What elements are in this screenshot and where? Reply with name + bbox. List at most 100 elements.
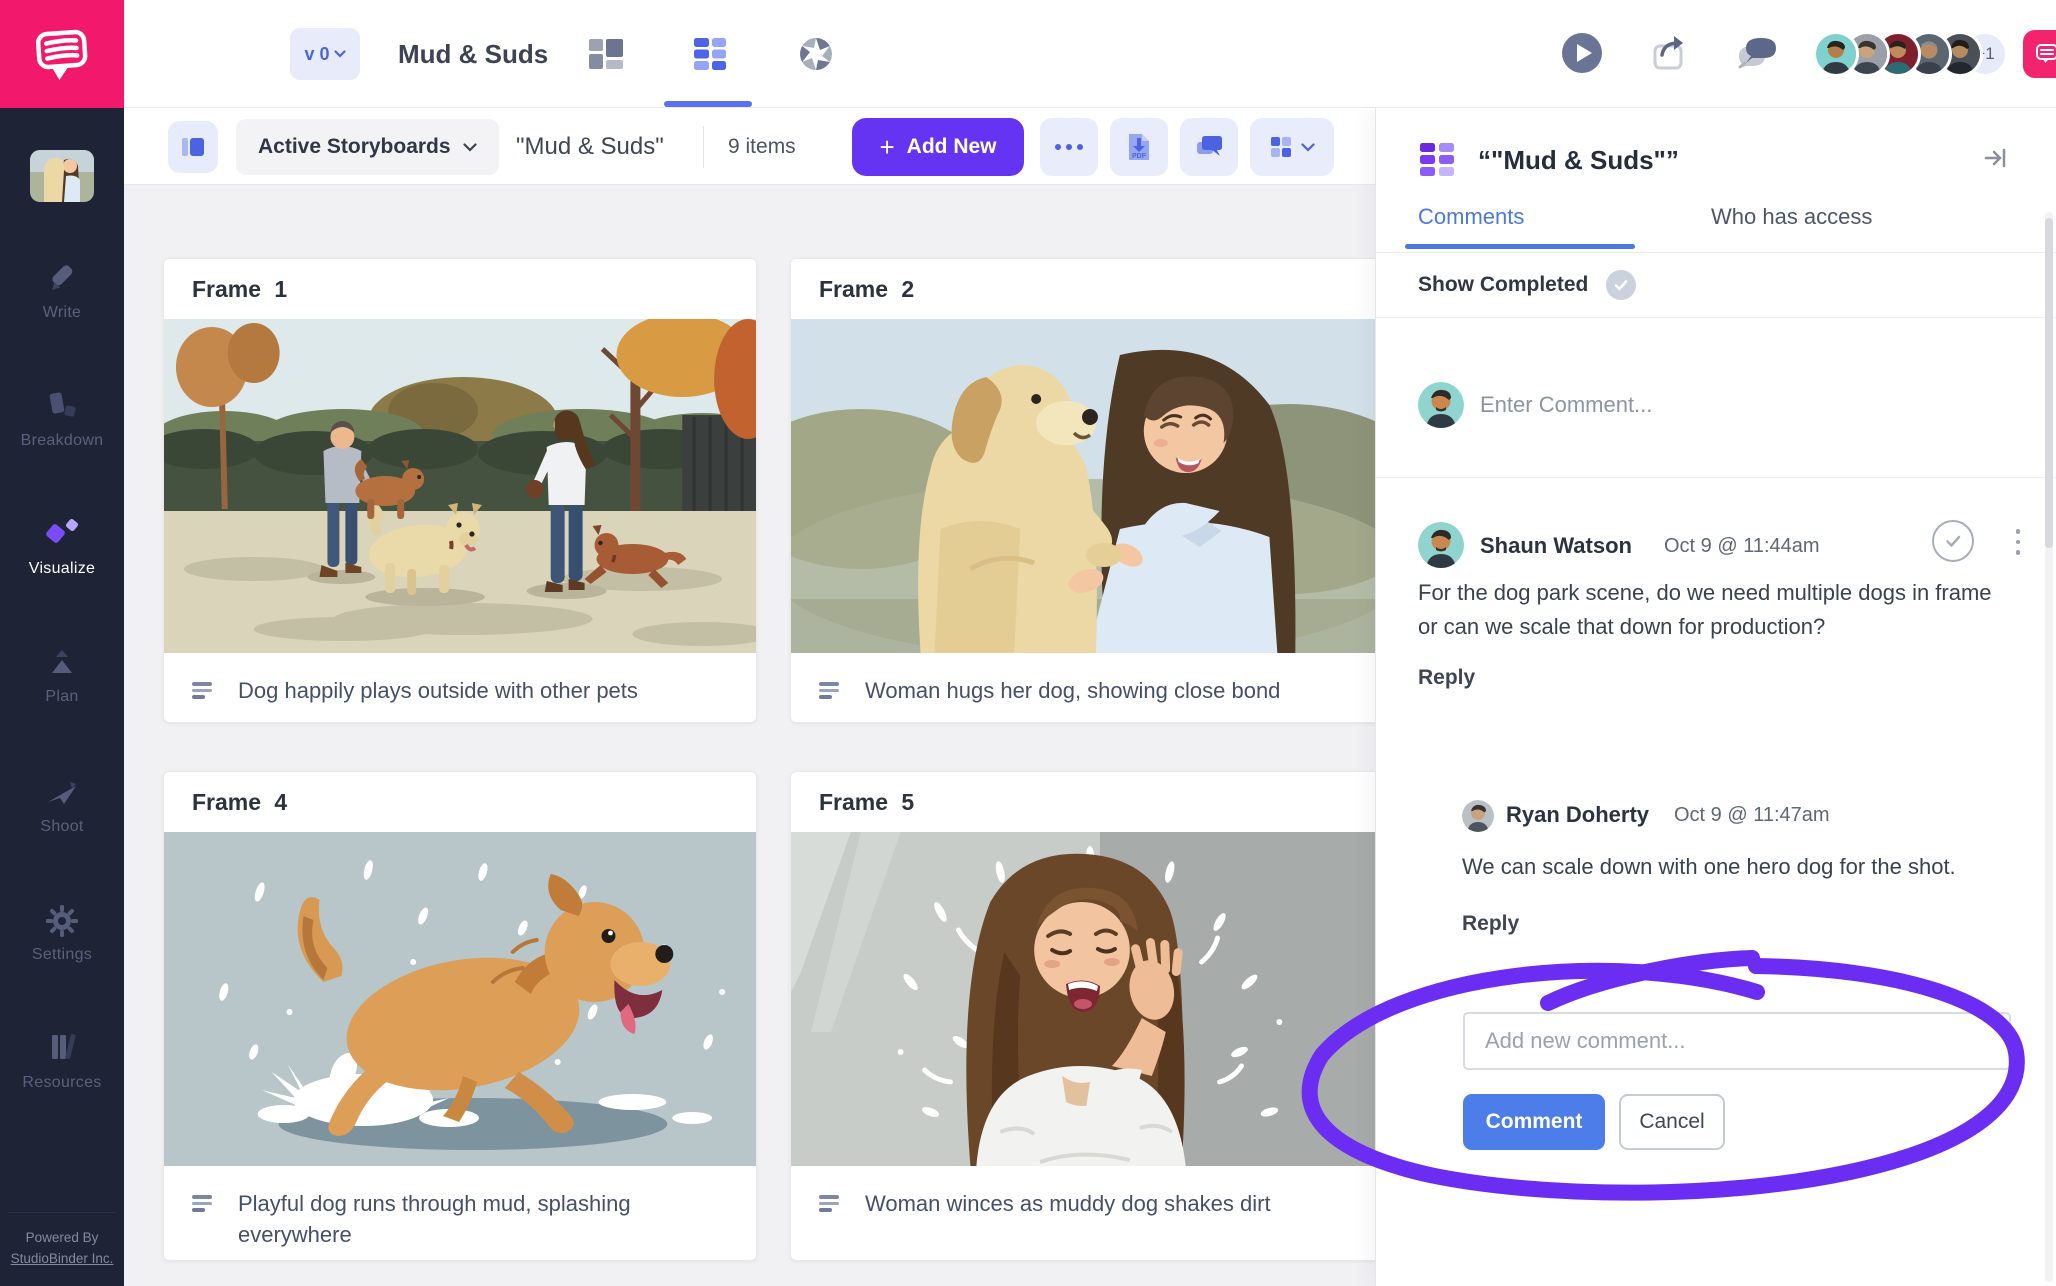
comments-bubble-icon[interactable] xyxy=(1734,31,1778,75)
caption-lines-icon xyxy=(192,1195,212,1212)
svg-text:PDF: PDF xyxy=(1132,153,1147,160)
show-completed-label: Show Completed xyxy=(1418,273,1588,297)
sidebar-item-plan[interactable]: Plan xyxy=(0,648,124,706)
mosaic-view-icon[interactable] xyxy=(586,34,626,74)
frame-5-illustration-woman-winces xyxy=(791,832,1383,1166)
chevron-down-icon xyxy=(1301,143,1315,152)
app-sidebar: Write Breakdown Visualize Plan xyxy=(0,0,124,1286)
caption-lines-icon xyxy=(819,1195,839,1212)
active-tab-underline xyxy=(1405,244,1635,249)
caption-lines-icon xyxy=(819,682,839,699)
tab-comments[interactable]: Comments xyxy=(1418,204,1524,230)
sidebar-item-resources[interactable]: Resources xyxy=(0,1030,124,1092)
reply-link[interactable]: Reply xyxy=(1462,912,1519,936)
frame-caption: Woman winces as muddy dog shakes dirt xyxy=(865,1188,1271,1219)
divider xyxy=(703,126,704,168)
frame-2-illustration-woman-hugs-dog xyxy=(791,319,1383,653)
sidebar-item-breakdown[interactable]: Breakdown xyxy=(0,388,124,450)
sidebar-item-settings[interactable]: Settings xyxy=(0,904,124,964)
frame-card-4[interactable]: Frame 4 xyxy=(163,771,757,1261)
studiobinder-chat-icon[interactable] xyxy=(2023,30,2056,78)
project-thumbnail[interactable] xyxy=(30,150,94,202)
comments-panel: “"Mud & Suds"” Comments Who has access S… xyxy=(1375,108,2056,1286)
frame-card-5[interactable]: Frame 5 xyxy=(790,771,1384,1261)
divider xyxy=(8,1212,116,1213)
show-completed-row: Show Completed xyxy=(1376,253,2056,318)
sidebar-item-label: Write xyxy=(0,304,124,322)
resolve-comment-button[interactable] xyxy=(1932,520,1974,562)
comment-menu-icon[interactable] xyxy=(2008,522,2028,562)
layout-options-button[interactable] xyxy=(1250,118,1334,176)
frame-1-illustration-dog-park xyxy=(164,319,756,653)
storyboard-filter-dropdown[interactable]: Active Storyboards xyxy=(236,119,499,175)
frame-caption: Woman hugs her dog, showing close bond xyxy=(865,675,1280,706)
studiobinder-app: Frame 1 xyxy=(0,0,2056,1286)
speech-bubble-logo-icon xyxy=(31,25,93,83)
storyboard-grid-icon xyxy=(1418,140,1458,180)
plus-icon: + xyxy=(879,134,894,160)
caption-lines-icon xyxy=(192,682,212,699)
export-pdf-button[interactable]: PDF xyxy=(1110,118,1168,176)
top-bar: v 0 Mud & Suds xyxy=(124,0,2056,108)
enter-comment-placeholder[interactable]: Enter Comment... xyxy=(1480,392,1652,418)
board-title: "Mud & Suds" xyxy=(516,108,664,185)
panel-tabs: Comments Who has access xyxy=(1376,204,2056,253)
version-dropdown[interactable]: v 0 xyxy=(290,28,360,80)
ellipsis-icon xyxy=(1055,144,1083,150)
comment-timestamp: Oct 9 @ 11:44am xyxy=(1664,535,1820,558)
comment-author[interactable]: Ryan Doherty xyxy=(1506,802,1649,828)
powered-by[interactable]: Powered By StudioBinder Inc. xyxy=(0,1228,124,1270)
sidebar-item-label: Plan xyxy=(0,688,124,706)
gear-icon xyxy=(45,904,79,938)
frame-title: Frame 4 xyxy=(164,772,756,832)
comment-body: For the dog park scene, do we need multi… xyxy=(1418,576,2003,644)
plan-icon xyxy=(44,648,80,680)
frame-title: Frame 5 xyxy=(791,772,1383,832)
more-options-button[interactable] xyxy=(1040,118,1098,176)
powered-by-line2: StudioBinder Inc. xyxy=(0,1249,124,1270)
comment-author[interactable]: Shaun Watson xyxy=(1480,533,1632,559)
sidebar-item-label: Shoot xyxy=(0,818,124,836)
frame-card-1[interactable]: Frame 1 xyxy=(163,258,757,723)
frame-title: Frame 1 xyxy=(164,259,756,319)
sidebar-item-label: Settings xyxy=(0,946,124,964)
tab-who-has-access[interactable]: Who has access xyxy=(1711,204,1872,230)
reply-link[interactable]: Reply xyxy=(1418,666,1475,690)
aperture-view-icon[interactable] xyxy=(796,34,836,74)
avatar xyxy=(1462,800,1494,832)
chat-bubbles-icon xyxy=(1195,134,1223,160)
add-new-button[interactable]: + Add New xyxy=(852,118,1024,176)
sidebar-item-shoot[interactable]: Shoot xyxy=(0,776,124,836)
frame-4-illustration-dog-splashing xyxy=(164,832,756,1166)
comment-submit-button[interactable]: Comment xyxy=(1463,1094,1605,1150)
play-button[interactable] xyxy=(1560,31,1604,75)
visualize-diamonds-icon xyxy=(42,516,82,552)
sidebar-item-label: Visualize xyxy=(0,560,124,578)
new-comment-input[interactable] xyxy=(1463,1012,2011,1070)
boards-sidebar-toggle-button[interactable] xyxy=(168,121,218,173)
frame-caption: Playful dog runs through mud, splashing … xyxy=(238,1188,732,1250)
grid-icon xyxy=(1269,135,1293,159)
chevron-down-icon xyxy=(463,143,477,152)
collapse-panel-icon[interactable] xyxy=(1982,145,2008,176)
avatar xyxy=(1418,382,1464,428)
grid-view-icon-active[interactable] xyxy=(690,34,730,74)
show-completed-toggle[interactable] xyxy=(1606,270,1636,300)
paper-plane-icon xyxy=(44,776,80,810)
comment-mode-button[interactable] xyxy=(1180,118,1238,176)
sidebar-item-visualize[interactable]: Visualize xyxy=(0,516,124,578)
avatar[interactable] xyxy=(1813,31,1859,77)
panel-scrollbar xyxy=(2045,212,2053,1282)
filter-label: Active Storyboards xyxy=(258,135,451,159)
pdf-download-icon: PDF xyxy=(1126,132,1152,162)
active-view-underline xyxy=(664,101,752,107)
comment-body: We can scale down with one hero dog for … xyxy=(1462,854,2022,880)
share-icon[interactable] xyxy=(1648,31,1692,75)
sidebar-item-write[interactable]: Write xyxy=(0,262,124,322)
comment-composer[interactable]: Enter Comment... xyxy=(1376,318,2056,478)
scrollbar-thumb[interactable] xyxy=(2045,218,2053,548)
books-icon xyxy=(44,1030,80,1066)
frame-card-2[interactable]: Frame 2 xyxy=(790,258,1384,723)
studiobinder-logo[interactable] xyxy=(0,0,124,108)
comment-cancel-button[interactable]: Cancel xyxy=(1619,1094,1725,1150)
